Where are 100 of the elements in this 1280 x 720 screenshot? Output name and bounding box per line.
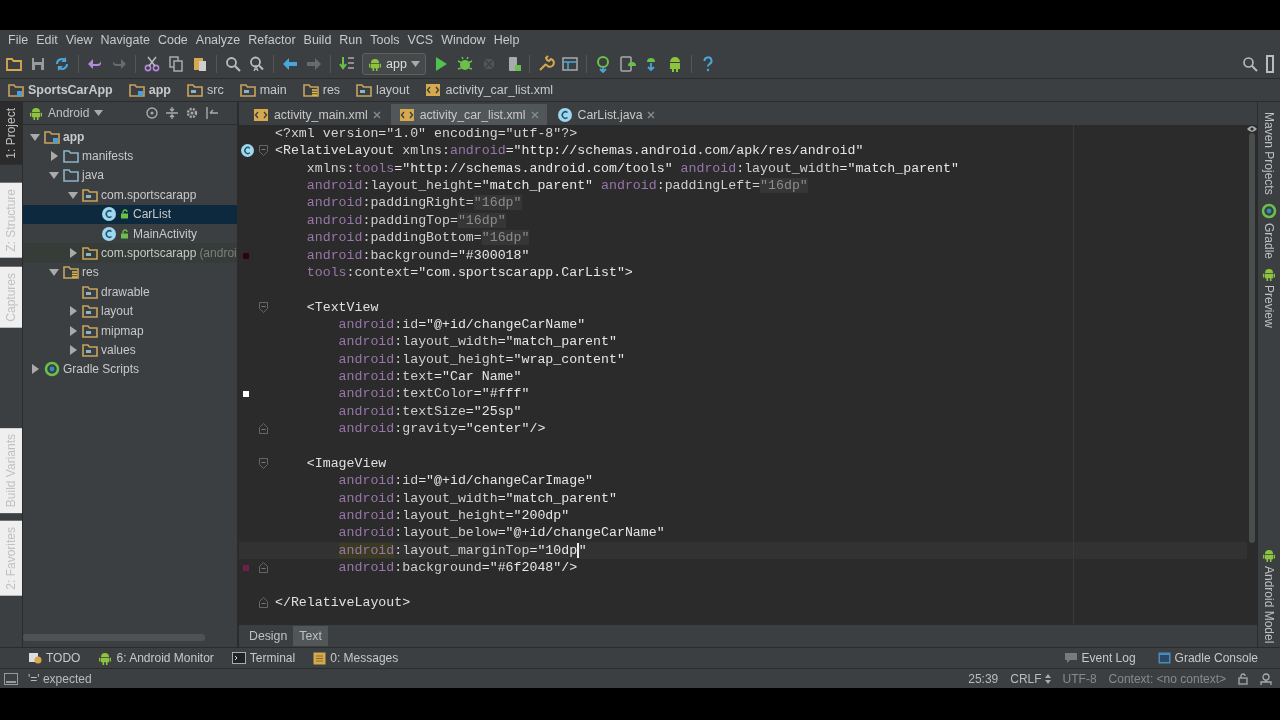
inspector-icon[interactable] — [1260, 672, 1272, 685]
tree-item[interactable]: com.sportscarapp (androi — [23, 243, 237, 263]
close-icon[interactable] — [647, 110, 656, 119]
tree-item[interactable]: app — [23, 127, 237, 147]
vertical-scrollbar[interactable] — [1249, 133, 1255, 543]
tree-item[interactable]: mipmap — [23, 320, 237, 341]
save-icon[interactable] — [29, 55, 47, 73]
tool-window-button[interactable]: Gradle Console — [1155, 651, 1260, 665]
close-icon[interactable] — [372, 110, 381, 119]
tree-item[interactable]: drawable — [23, 282, 237, 302]
breadcrumb[interactable]: src — [186, 83, 234, 97]
menu-item[interactable]: Refactor — [244, 30, 300, 50]
sync-icon[interactable] — [53, 55, 71, 73]
editor-mode-tab[interactable]: Design — [243, 626, 294, 646]
tool-window-button[interactable]: Terminal — [229, 651, 298, 665]
tool-window-button[interactable]: 0: Messages — [311, 651, 401, 665]
class-icon[interactable] — [240, 143, 255, 159]
copy-icon[interactable] — [167, 55, 185, 73]
tree-item[interactable]: res — [23, 262, 237, 283]
editor-tab[interactable]: activity_car_list.xml — [390, 104, 547, 125]
open-folder-icon[interactable] — [5, 55, 23, 73]
fold-icon[interactable] — [259, 145, 268, 157]
breadcrumb[interactable]: activity_car_list.xml — [425, 83, 564, 97]
scroll-from-source-icon[interactable] — [145, 106, 159, 120]
tool-window-button[interactable]: Event Log — [1061, 651, 1138, 665]
tool-window-tab[interactable]: Android Model — [1258, 543, 1280, 647]
avd-manager-icon[interactable] — [617, 55, 636, 73]
code-line: android:background="#300018" — [306, 246, 530, 264]
menu-item[interactable]: Tools — [366, 30, 404, 50]
color-swatch[interactable] — [243, 391, 249, 398]
eye-icon[interactable] — [1247, 125, 1257, 133]
breadcrumb[interactable]: app — [128, 83, 181, 97]
search-icon[interactable] — [224, 55, 242, 73]
menu-item[interactable]: View — [61, 30, 97, 50]
tree-label: mipmap — [101, 323, 144, 338]
menu-item[interactable]: Analyze — [191, 30, 245, 50]
lock-icon[interactable] — [1238, 672, 1248, 685]
collapsed-arrow-icon[interactable] — [67, 344, 79, 356]
menu-item[interactable]: Code — [153, 30, 192, 50]
menu-item[interactable]: VCS — [403, 30, 438, 50]
menu-item[interactable]: Navigate — [96, 30, 154, 50]
breadcrumb[interactable]: SportsCarApp — [8, 83, 123, 97]
line-separator[interactable]: CRLF — [1010, 671, 1051, 686]
hide-panel-icon[interactable] — [205, 106, 219, 120]
collapsed-arrow-icon[interactable] — [67, 305, 79, 318]
menu-item[interactable]: Build — [299, 30, 336, 50]
collapse-all-icon[interactable] — [165, 106, 179, 120]
editor-tab[interactable]: CarList.java — [548, 104, 664, 125]
fold-icon[interactable] — [259, 423, 268, 435]
folder-icon — [63, 149, 79, 164]
tree-item[interactable]: Gradle Scripts — [23, 359, 237, 380]
collapsed-arrow-icon[interactable] — [48, 150, 60, 163]
settings-icon[interactable] — [185, 106, 199, 120]
project-view-dropdown[interactable]: Android — [29, 106, 139, 120]
fold-icon[interactable] — [259, 562, 268, 573]
menu-item[interactable]: Edit — [32, 30, 62, 50]
tree-item[interactable]: manifests — [23, 146, 237, 166]
search-icon[interactable] — [1242, 56, 1258, 72]
run-configuration-dropdown[interactable]: app — [362, 53, 426, 75]
editor-tab[interactable]: activity_main.xml — [245, 104, 389, 125]
collapsed-arrow-icon[interactable] — [29, 363, 41, 376]
tree-item[interactable]: com.sportscarapp — [23, 185, 237, 205]
collapsed-arrow-icon[interactable] — [67, 247, 79, 260]
tool-window-button[interactable]: TODO — [26, 651, 83, 665]
tool-window-tab[interactable]: Maven Projects — [1258, 108, 1280, 199]
paste-icon[interactable] — [191, 55, 209, 73]
panel-toggle-icon[interactable] — [4, 672, 18, 685]
horizontal-scrollbar[interactable] — [23, 634, 205, 641]
project-structure-icon[interactable] — [560, 55, 579, 73]
breadcrumb[interactable]: layout — [356, 83, 420, 97]
tree-item[interactable]: layout — [23, 301, 237, 321]
menu-item[interactable]: File — [4, 30, 33, 50]
tool-window-tab[interactable]: 1: Project — [0, 102, 22, 165]
fold-icon[interactable] — [259, 301, 268, 313]
menu-item[interactable]: Run — [335, 30, 367, 50]
code-line: android:id="@+id/changeCarImage" — [338, 472, 594, 490]
collapsed-arrow-icon[interactable] — [67, 324, 79, 337]
code-line: android:layout_below="@+id/changeCarName" — [338, 524, 665, 542]
tree-item[interactable]: values — [23, 340, 237, 360]
replace-icon[interactable] — [248, 55, 266, 73]
tree-item[interactable]: MainActivity — [23, 223, 237, 244]
editor-mode-tab[interactable]: Text — [293, 626, 328, 646]
breadcrumb[interactable]: res — [302, 83, 351, 97]
android-icon — [1262, 547, 1276, 562]
color-swatch[interactable] — [243, 252, 249, 259]
tool-window-tab[interactable]: Preview — [1258, 262, 1280, 332]
breadcrumb[interactable]: main — [239, 83, 297, 97]
tool-window-tab[interactable]: Gradle — [1258, 198, 1280, 263]
folder-icon — [82, 284, 98, 299]
fold-icon[interactable] — [259, 457, 268, 469]
debug-icon[interactable] — [455, 55, 474, 73]
menu-item[interactable]: Window — [437, 30, 490, 50]
cursor-position[interactable]: 25:39 — [968, 671, 999, 686]
color-swatch[interactable] — [243, 565, 249, 571]
menu-item[interactable]: Help — [489, 30, 524, 50]
tree-item[interactable]: java — [23, 165, 237, 186]
fold-icon[interactable] — [259, 596, 268, 608]
tool-window-button[interactable]: 6: Android Monitor — [96, 651, 216, 665]
cut-icon[interactable] — [143, 55, 161, 73]
tree-item[interactable]: CarList — [23, 204, 237, 224]
